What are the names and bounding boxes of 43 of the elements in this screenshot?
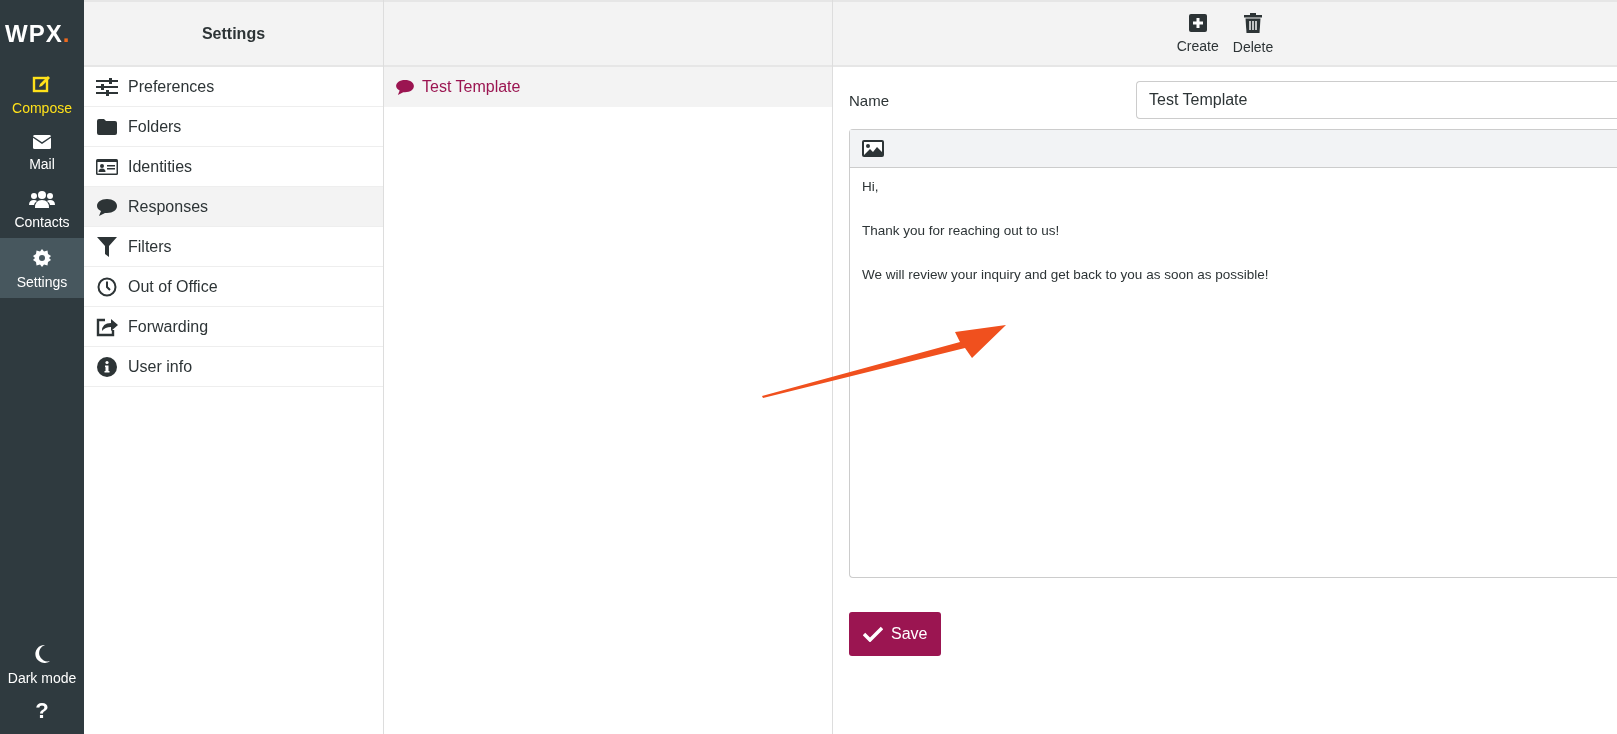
settings-menu-item[interactable]: Preferences [84,67,383,107]
filter-icon [96,236,118,257]
info-icon [96,356,118,377]
folder-icon [96,118,118,135]
image-icon[interactable] [862,140,884,157]
settings-menu-item[interactable]: Forwarding [84,307,383,347]
editor-body[interactable]: Hi, Thank you for reaching out to us! We will review your inquiry and get back to you as soon as possible! [850,168,1617,320]
id-card-icon [96,158,118,175]
speech-bubble-icon [96,197,118,216]
speech-bubble-icon [396,79,414,95]
nav-item[interactable]: Settings [0,238,84,298]
settings-menu-item[interactable]: Filters [84,227,383,267]
dark-mode-toggle[interactable]: Dark mode [0,634,84,694]
trash-icon [1244,12,1262,33]
response-item[interactable]: Test Template [384,67,832,107]
checkmark-icon [863,626,883,642]
name-label: Name [849,91,890,109]
clock-icon [96,276,118,297]
settings-menu-item[interactable]: Responses [84,187,383,227]
nav-item[interactable]: Contacts [0,180,84,238]
settings-menu-item[interactable]: Folders [84,107,383,147]
column-title: Settings [201,24,266,43]
create-button[interactable]: Create [1176,9,1219,58]
wpx-logo: WPX. [4,19,72,49]
nav-item[interactable]: Compose [0,64,84,124]
body-text: Thank you for reaching out to us! [862,222,1061,240]
users-icon [29,190,55,208]
delete-button[interactable]: Delete [1232,8,1274,59]
body-text: We will review your inquiry and get back to you as soon as possible! [862,266,1270,284]
name-input[interactable]: Test Template [1136,81,1617,119]
body-text: Hi, [862,178,880,196]
edit-icon [32,74,52,94]
sliders-icon [96,77,118,96]
save-button[interactable]: Save [849,612,942,656]
help-button[interactable]: ? [0,694,84,734]
settings-menu-item[interactable]: Out of Office [84,267,383,307]
nav-item[interactable]: Mail [0,124,84,180]
envelope-icon [32,134,52,150]
settings-menu-item[interactable]: User info [84,347,383,387]
moon-icon [33,644,51,664]
share-icon [96,316,118,337]
plus-square-icon [1188,13,1207,32]
settings-icon [32,248,52,268]
